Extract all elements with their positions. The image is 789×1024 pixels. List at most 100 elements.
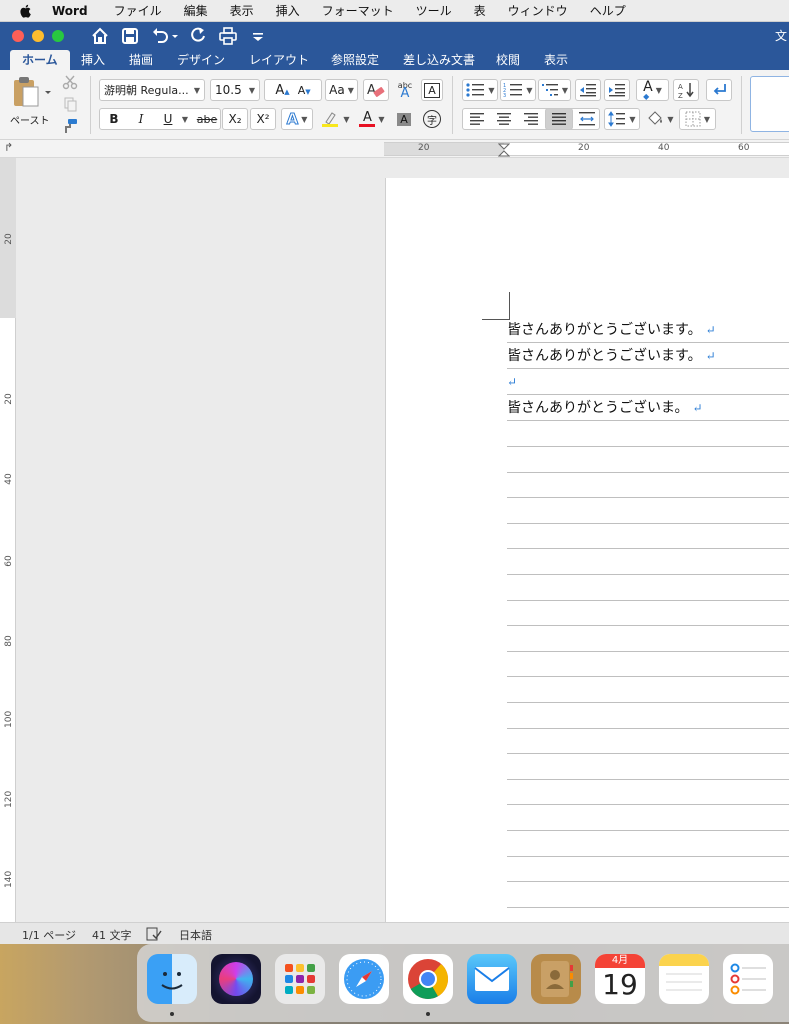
calendar-icon[interactable]: 4月 19 (595, 954, 645, 1004)
contacts-icon[interactable] (531, 954, 581, 1004)
redo-icon[interactable] (188, 26, 208, 46)
tab-references[interactable]: 参照設定 (331, 50, 379, 70)
phonetic-guide-button[interactable]: abc A (393, 79, 417, 101)
borders-button[interactable]: ▼ (679, 108, 716, 130)
empty-grid-line[interactable] (507, 550, 789, 575)
align-left-button[interactable] (464, 108, 490, 130)
empty-grid-line[interactable] (507, 806, 789, 831)
launchpad-icon[interactable] (275, 954, 325, 1004)
tab-mailings[interactable]: 差し込み文書 (403, 50, 475, 70)
empty-grid-line[interactable] (507, 652, 789, 678)
empty-grid-line[interactable] (507, 908, 789, 922)
tab-draw[interactable]: 描画 (129, 50, 153, 70)
mail-icon[interactable] (467, 954, 517, 1004)
menu-insert[interactable]: 挿入 (276, 2, 300, 19)
shading-button[interactable]: ▼ (643, 108, 677, 130)
reminders-icon[interactable] (723, 954, 773, 1004)
font-color-button[interactable]: A ▼ (354, 108, 390, 130)
subscript-button[interactable]: X₂ (222, 108, 248, 130)
save-icon[interactable] (120, 26, 140, 46)
document-line[interactable]: 皆さんありがとうございま。 ↵ (507, 396, 789, 421)
finder-icon[interactable] (147, 954, 197, 1004)
print-icon[interactable] (218, 26, 238, 46)
undo-icon[interactable] (150, 26, 170, 46)
character-border-button[interactable]: A (421, 79, 443, 101)
menu-view[interactable]: 表示 (230, 2, 254, 19)
empty-grid-line[interactable] (507, 832, 789, 857)
shrink-font-icon[interactable]: A▼ (298, 84, 311, 97)
font-name-select[interactable]: 游明朝 Regula... ▼ (99, 79, 205, 101)
underline-button[interactable]: U (157, 108, 179, 130)
grow-font-icon[interactable]: A▲ (275, 83, 289, 98)
empty-grid-line[interactable] (507, 678, 789, 703)
line-spacing-button[interactable]: ▼ (604, 108, 640, 130)
language-indicator[interactable]: 日本語 (179, 927, 212, 943)
chrome-icon[interactable] (403, 954, 453, 1004)
empty-grid-line[interactable] (507, 627, 789, 652)
superscript-button[interactable]: X² (250, 108, 276, 130)
tab-layout[interactable]: レイアウト (249, 50, 309, 70)
empty-grid-line[interactable] (507, 704, 789, 729)
empty-grid-line[interactable] (507, 499, 789, 524)
tab-design[interactable]: デザイン (177, 50, 225, 70)
clear-formatting-button[interactable]: A (363, 79, 389, 101)
safari-icon[interactable] (339, 954, 389, 1004)
word-count[interactable]: 41 文字 (92, 927, 132, 943)
menu-window[interactable]: ウィンドウ (508, 2, 568, 19)
align-center-button[interactable] (491, 108, 517, 130)
menu-format[interactable]: フォーマット (322, 2, 394, 19)
paste-dropdown-icon[interactable] (44, 88, 52, 96)
empty-grid-line[interactable] (507, 780, 789, 806)
menu-file[interactable]: ファイル (114, 2, 162, 19)
format-painter-icon[interactable] (62, 118, 78, 134)
decrease-indent-button[interactable] (575, 79, 601, 101)
bold-button[interactable]: B (103, 108, 125, 130)
copy-icon[interactable] (62, 96, 78, 112)
enclose-characters-button[interactable]: 字 (420, 108, 444, 130)
tab-view[interactable]: 表示 (544, 50, 568, 70)
asian-layout-button[interactable]: A ◆ ▼ (636, 79, 669, 101)
page-count[interactable]: 1/1 ページ (22, 927, 76, 943)
document-line[interactable]: 皆さんありがとうございます。 ↵ (507, 344, 789, 369)
menu-tools[interactable]: ツール (416, 2, 452, 19)
empty-grid-line[interactable] (507, 601, 789, 627)
menu-table[interactable]: 表 (474, 2, 486, 19)
align-right-button[interactable] (518, 108, 544, 130)
tab-stop-icon[interactable]: ↱ (4, 141, 13, 154)
notes-icon[interactable] (659, 954, 709, 1004)
strikethrough-button[interactable]: abe (194, 108, 220, 130)
document-line[interactable]: ↵ (507, 370, 789, 395)
empty-grid-line[interactable] (507, 422, 789, 447)
styles-gallery[interactable] (750, 76, 789, 132)
distributed-button[interactable] (574, 108, 600, 130)
menu-app-word[interactable]: Word (52, 4, 88, 18)
text-effects-button[interactable]: A ▼ (281, 108, 313, 130)
customize-toolbar-icon[interactable] (248, 26, 268, 46)
menu-edit[interactable]: 編集 (184, 2, 208, 19)
underline-dropdown-icon[interactable]: ▼ (180, 108, 190, 130)
character-shading-button[interactable]: A (393, 108, 415, 130)
minimize-window-button[interactable] (32, 30, 44, 42)
tab-home[interactable]: ホーム (10, 50, 70, 70)
indent-marker-icon[interactable] (498, 143, 510, 157)
empty-grid-line[interactable] (507, 857, 789, 883)
empty-grid-line[interactable] (507, 448, 789, 473)
zoom-window-button[interactable] (52, 30, 64, 42)
sort-button[interactable]: AZ (673, 79, 699, 101)
empty-grid-line[interactable] (507, 755, 789, 780)
document-line[interactable]: 皆さんありがとうございます。 ↵ (507, 318, 789, 343)
siri-icon[interactable] (211, 954, 261, 1004)
change-case-button[interactable]: Aa ▼ (325, 79, 358, 101)
undo-dropdown-icon[interactable] (170, 26, 180, 46)
tab-insert[interactable]: 挿入 (81, 50, 105, 70)
vertical-ruler[interactable]: 20 20 40 60 80 100 120 140 (0, 158, 16, 922)
proofing-icon[interactable] (146, 927, 162, 941)
bullets-button[interactable]: ▼ (462, 79, 498, 101)
font-size-select[interactable]: 10.5 ▼ (210, 79, 260, 101)
empty-grid-line[interactable] (507, 473, 789, 499)
increase-indent-button[interactable] (604, 79, 630, 101)
paste-icon[interactable] (12, 76, 40, 108)
menu-help[interactable]: ヘルプ (590, 2, 626, 19)
tab-review[interactable]: 校閲 (496, 50, 520, 70)
close-window-button[interactable] (12, 30, 24, 42)
